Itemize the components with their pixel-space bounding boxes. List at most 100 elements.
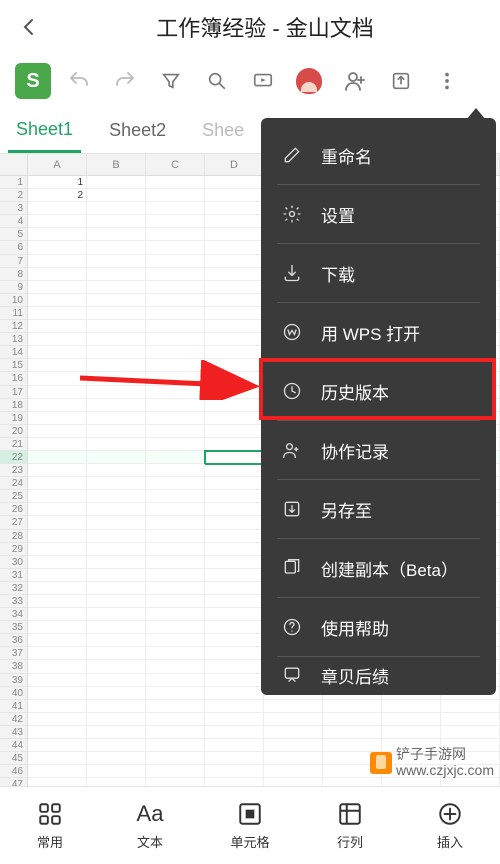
- col-header[interactable]: A: [28, 154, 87, 175]
- cell[interactable]: [87, 739, 146, 752]
- cell[interactable]: [205, 477, 264, 490]
- cell[interactable]: [205, 333, 264, 346]
- cell[interactable]: [146, 595, 205, 608]
- cell[interactable]: [87, 386, 146, 399]
- cell[interactable]: [87, 255, 146, 268]
- cell[interactable]: [441, 726, 500, 739]
- bottom-grid4[interactable]: 常用: [0, 787, 100, 864]
- cell[interactable]: [87, 477, 146, 490]
- cell[interactable]: [146, 647, 205, 660]
- menu-item-history[interactable]: 历史版本: [261, 362, 496, 420]
- row-header[interactable]: 45: [0, 752, 28, 765]
- cell[interactable]: [146, 372, 205, 385]
- cell[interactable]: [205, 202, 264, 215]
- cell[interactable]: [146, 634, 205, 647]
- cell[interactable]: [28, 660, 87, 673]
- row-header[interactable]: 21: [0, 438, 28, 451]
- cell[interactable]: [382, 700, 441, 713]
- cell[interactable]: [28, 530, 87, 543]
- cell[interactable]: [205, 634, 264, 647]
- cell[interactable]: [87, 281, 146, 294]
- bottom-rowcol[interactable]: 行列: [300, 787, 400, 864]
- cell[interactable]: [28, 346, 87, 359]
- cell[interactable]: [87, 713, 146, 726]
- row-header[interactable]: 47: [0, 778, 28, 786]
- row-header[interactable]: 24: [0, 477, 28, 490]
- row-header[interactable]: 36: [0, 634, 28, 647]
- cell[interactable]: [28, 307, 87, 320]
- row-header[interactable]: 7: [0, 255, 28, 268]
- row-header[interactable]: 12: [0, 320, 28, 333]
- cell[interactable]: [146, 281, 205, 294]
- cell[interactable]: [205, 713, 264, 726]
- cell[interactable]: [87, 621, 146, 634]
- cell[interactable]: [87, 346, 146, 359]
- cell[interactable]: [28, 464, 87, 477]
- cell[interactable]: [87, 372, 146, 385]
- cell[interactable]: [264, 700, 323, 713]
- cell[interactable]: [146, 582, 205, 595]
- cell[interactable]: [87, 595, 146, 608]
- menu-item-copy[interactable]: 创建副本（Beta）: [261, 539, 496, 597]
- cell[interactable]: [87, 294, 146, 307]
- cell[interactable]: [87, 464, 146, 477]
- filter-button[interactable]: [148, 61, 194, 101]
- cell[interactable]: [264, 752, 323, 765]
- cell[interactable]: [205, 621, 264, 634]
- cell[interactable]: [146, 687, 205, 700]
- cell[interactable]: [205, 700, 264, 713]
- cell[interactable]: [205, 438, 264, 451]
- row-header[interactable]: 11: [0, 307, 28, 320]
- row-header[interactable]: 41: [0, 700, 28, 713]
- cell[interactable]: [28, 674, 87, 687]
- row-header[interactable]: 13: [0, 333, 28, 346]
- menu-item-collab[interactable]: 协作记录: [261, 421, 496, 479]
- sheet-tab-1[interactable]: Sheet1: [8, 108, 81, 153]
- row-header[interactable]: 2: [0, 189, 28, 202]
- cell[interactable]: [87, 569, 146, 582]
- cell[interactable]: [205, 399, 264, 412]
- cell[interactable]: [87, 189, 146, 202]
- row-header[interactable]: 31: [0, 569, 28, 582]
- cell[interactable]: [205, 647, 264, 660]
- cell[interactable]: [205, 451, 264, 464]
- redo-button[interactable]: [102, 61, 148, 101]
- cell[interactable]: [205, 228, 264, 241]
- cell[interactable]: [264, 778, 323, 786]
- cell[interactable]: [87, 228, 146, 241]
- add-user-button[interactable]: [332, 61, 378, 101]
- cell[interactable]: [87, 202, 146, 215]
- cell[interactable]: [28, 490, 87, 503]
- row-header[interactable]: 28: [0, 530, 28, 543]
- row-header[interactable]: 3: [0, 202, 28, 215]
- cell[interactable]: [146, 778, 205, 786]
- cell[interactable]: [28, 634, 87, 647]
- cell[interactable]: [146, 739, 205, 752]
- cell[interactable]: [87, 320, 146, 333]
- cell[interactable]: [205, 386, 264, 399]
- row-header[interactable]: 42: [0, 713, 28, 726]
- cell[interactable]: [146, 255, 205, 268]
- cell[interactable]: [146, 359, 205, 372]
- row-header[interactable]: 6: [0, 241, 28, 254]
- cell[interactable]: [441, 700, 500, 713]
- cell[interactable]: [87, 516, 146, 529]
- cell[interactable]: [205, 412, 264, 425]
- row-header[interactable]: 19: [0, 412, 28, 425]
- cell[interactable]: [441, 713, 500, 726]
- cell[interactable]: [205, 307, 264, 320]
- menu-item-wps[interactable]: 用 WPS 打开: [261, 303, 496, 361]
- cell[interactable]: [205, 189, 264, 202]
- cell[interactable]: [146, 294, 205, 307]
- cell[interactable]: [28, 268, 87, 281]
- cell[interactable]: [87, 425, 146, 438]
- cell[interactable]: [205, 516, 264, 529]
- undo-button[interactable]: [56, 61, 102, 101]
- cell[interactable]: [87, 608, 146, 621]
- row-header[interactable]: 9: [0, 281, 28, 294]
- cell[interactable]: [205, 241, 264, 254]
- cell[interactable]: [28, 202, 87, 215]
- cell[interactable]: [87, 268, 146, 281]
- row-header[interactable]: 43: [0, 726, 28, 739]
- cell[interactable]: [205, 595, 264, 608]
